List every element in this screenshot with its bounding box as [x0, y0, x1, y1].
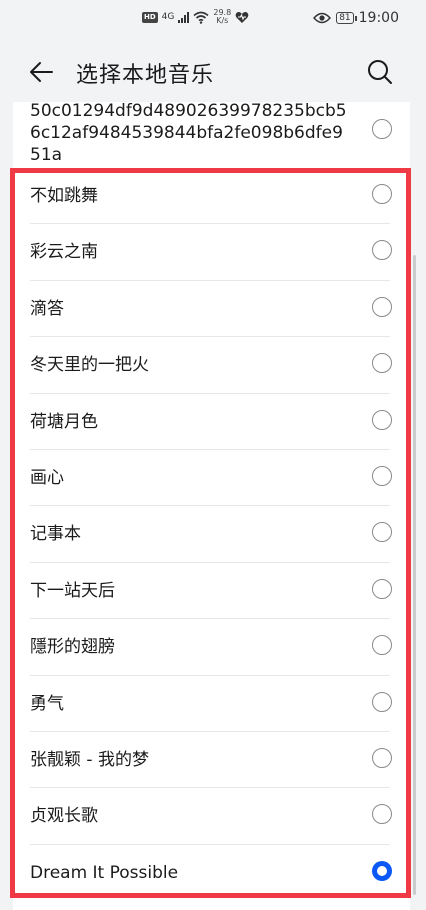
list-item[interactable]: 荷塘月色 — [13, 394, 410, 450]
radio-button-checked[interactable] — [372, 860, 392, 881]
status-bar: HD 4G 29.8 K/s 81 19:00 — [0, 0, 426, 38]
item-label: 荷塘月色 — [30, 411, 98, 432]
hd-icon: HD — [142, 11, 158, 23]
radio-button[interactable] — [372, 353, 392, 374]
status-icons-right: 81 19:00 — [313, 10, 399, 26]
item-label: 记事本 — [30, 524, 81, 545]
page-title: 选择本地音乐 — [76, 63, 215, 88]
battery-icon: 81 — [336, 12, 358, 24]
list-item[interactable]: 画心 — [13, 450, 410, 507]
search-icon — [368, 60, 392, 84]
eye-icon — [313, 12, 332, 24]
radio-button[interactable] — [372, 578, 392, 599]
list-item[interactable]: 隱形的翅膀 — [13, 619, 410, 676]
radio-button[interactable] — [372, 465, 392, 486]
network-speed: 29.8 K/s — [213, 9, 231, 25]
item-label: 贞观长歌 — [30, 806, 98, 827]
list-item[interactable]: 记事本 — [13, 506, 410, 563]
list-item[interactable]: 不如跳舞 — [13, 168, 410, 225]
arrow-left-icon — [30, 62, 53, 82]
speed-unit: K/s — [216, 16, 229, 25]
status-icons-left: HD 4G 29.8 K/s — [142, 9, 249, 25]
radio-button[interactable] — [372, 240, 392, 261]
radio-button[interactable] — [372, 409, 392, 430]
item-label: 滴答 — [30, 298, 64, 319]
radio-button[interactable] — [372, 804, 392, 825]
item-label: 彩云之南 — [30, 242, 98, 263]
item-label: 画心 — [30, 467, 64, 488]
search-button[interactable] — [364, 56, 396, 88]
item-label: 50c01294df9d48902639978235bcb56c12af9484… — [30, 102, 347, 165]
radio-button[interactable] — [372, 522, 392, 543]
item-label: 勇气 — [30, 693, 64, 714]
back-button[interactable] — [26, 56, 58, 88]
list-item[interactable]: 勇气 — [13, 676, 410, 732]
radio-button[interactable] — [372, 691, 392, 712]
item-label: 张靓颖 - 我的梦 — [30, 749, 149, 770]
list-item[interactable]: 贞观长歌 — [13, 788, 410, 845]
list-item[interactable]: 冬天里的一把火 — [13, 337, 410, 394]
network-type: 4G — [161, 12, 175, 22]
signal-icon — [178, 11, 190, 23]
list-item[interactable]: 滴答 — [13, 281, 410, 338]
list-item[interactable]: 张靓颖 - 我的梦 — [13, 732, 410, 789]
radio-button[interactable] — [372, 747, 392, 768]
radio-button[interactable] — [372, 635, 392, 656]
status-time: 19:00 — [358, 10, 399, 26]
item-label: Dream It Possible — [30, 862, 179, 883]
list-item[interactable]: Dream It Possible — [13, 845, 410, 901]
item-label: 冬天里的一把火 — [30, 355, 149, 376]
radio-button[interactable] — [372, 184, 392, 204]
music-list[interactable]: 50c01294df9d48902639978235bcb56c12af9484… — [13, 102, 410, 910]
item-label: 下一站天后 — [30, 580, 115, 601]
wifi-icon — [193, 11, 209, 24]
radio-button[interactable] — [372, 119, 392, 139]
list-item[interactable]: 下一站天后 — [13, 563, 410, 620]
list-item[interactable]: 彩云之南 — [13, 224, 410, 281]
item-label: 不如跳舞 — [30, 186, 98, 206]
scrollbar[interactable] — [413, 255, 416, 895]
list-item[interactable]: 50c01294df9d48902639978235bcb56c12af9484… — [13, 102, 410, 168]
item-label: 隱形的翅膀 — [30, 637, 115, 658]
app-bar: 选择本地音乐 — [0, 44, 426, 100]
heart-icon — [235, 11, 249, 23]
radio-button[interactable] — [372, 296, 392, 317]
song-items: 不如跳舞彩云之南滴答冬天里的一把火 荷塘月色画心记事本下一站天后隱形的翅膀勇气张靓… — [13, 168, 410, 901]
